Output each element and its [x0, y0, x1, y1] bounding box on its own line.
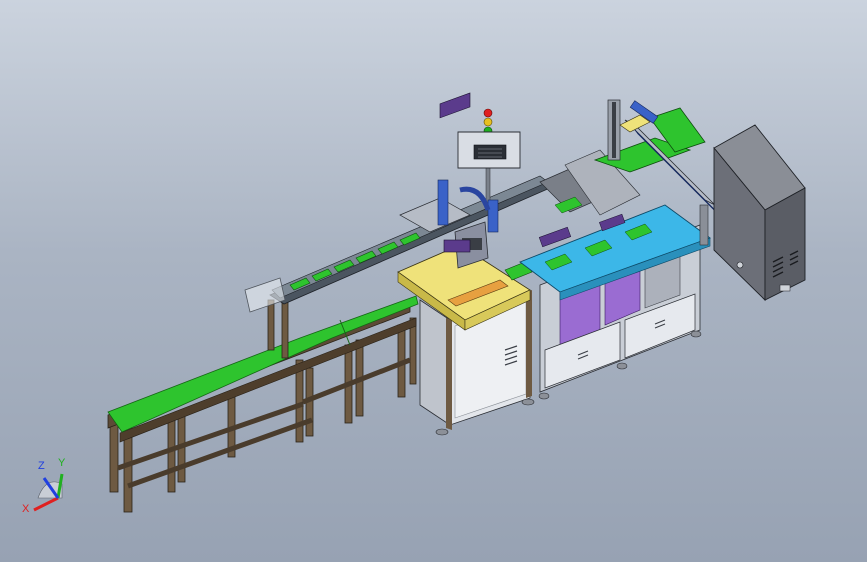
cad-viewport[interactable]: X Y Z [0, 0, 867, 562]
assembly-station [519, 149, 711, 400]
control-cabinet [713, 124, 806, 302]
x-axis-label: X [22, 503, 30, 515]
x-axis-line [33, 496, 59, 512]
z-axis-label: Z [38, 460, 45, 472]
y-axis-label: Y [58, 457, 66, 469]
infeed-conveyor [107, 295, 419, 513]
hmi-panel [457, 131, 521, 169]
axis-triad: X Y Z [22, 457, 66, 515]
